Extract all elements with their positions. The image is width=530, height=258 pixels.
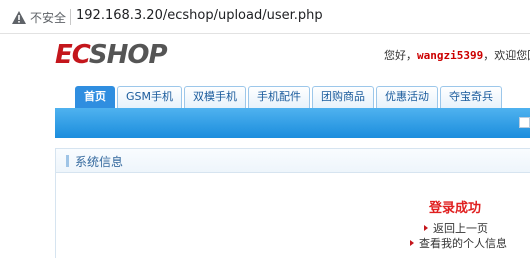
back-link-label[interactable]: 返回上一页 (433, 222, 488, 235)
logo-shop: SHOP (88, 40, 168, 70)
address-separator (70, 9, 71, 25)
panel-title: 系统信息 (75, 155, 124, 169)
warning-icon[interactable] (12, 11, 26, 24)
login-success-message: 登录成功 (429, 201, 482, 216)
panel-header-mark (66, 155, 69, 167)
welcome-text: 您好，wangzi5399，欢迎您回 (384, 47, 530, 63)
nav-tab-group-buy[interactable]: 团购商品 (312, 86, 374, 108)
site-logo[interactable]: ECSHOP (55, 40, 168, 70)
search-box-edge[interactable] (519, 117, 530, 128)
profile-link[interactable]: 查看我的个人信息 (410, 235, 507, 251)
arrow-right-icon (424, 225, 428, 231)
nav-tab-auction[interactable]: 夺宝奇兵 (440, 86, 502, 108)
nav-tab-home[interactable]: 首页 (75, 86, 115, 108)
welcome-prefix: 您好， (384, 49, 417, 62)
panel-header: 系统信息 (56, 149, 530, 173)
logo-ec: EC (55, 40, 90, 70)
url-field[interactable]: 192.168.3.20/ecshop/upload/user.php (76, 8, 323, 23)
nav-tab-accessories[interactable]: 手机配件 (248, 86, 310, 108)
username-link[interactable]: wangzi5399 (417, 49, 483, 62)
nav-tab-promotions[interactable]: 优惠活动 (376, 86, 438, 108)
nav-tab-gsm[interactable]: GSM手机 (117, 86, 182, 108)
back-link[interactable]: 返回上一页 (424, 220, 488, 236)
arrow-right-icon (410, 240, 414, 246)
main-nav: 首页 GSM手机 双模手机 手机配件 团购商品 优惠活动 夺宝奇兵 (75, 86, 504, 108)
security-label[interactable]: 不安全 (30, 9, 66, 26)
nav-sub-bar (55, 108, 530, 138)
nav-tab-dual-mode[interactable]: 双模手机 (184, 86, 246, 108)
welcome-suffix: ，欢迎您回 (483, 49, 530, 62)
profile-link-label[interactable]: 查看我的个人信息 (419, 237, 507, 250)
address-bar: 不安全 192.168.3.20/ecshop/upload/user.php (0, 0, 530, 34)
